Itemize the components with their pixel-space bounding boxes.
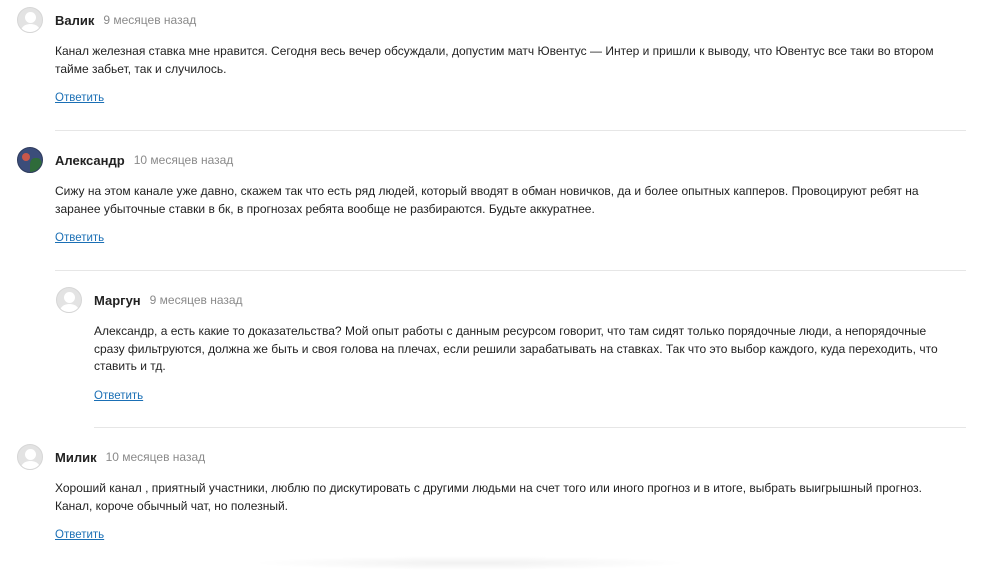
reply-link[interactable]: Ответить [55,529,104,541]
comment-author: Маргун [94,292,141,308]
comment-header: Александр 10 месяцев назад [17,147,967,173]
divider [94,427,966,428]
comment-text-line: Канал железная ставка мне нравится. Сего… [55,44,934,58]
comment-text: Сижу на этом канале уже давно, скажем та… [55,183,967,218]
comment-author: Милик [55,449,97,465]
divider [55,130,966,131]
default-avatar-icon [17,7,43,33]
comment-header: Маргун 9 месяцев назад [56,287,966,313]
divider [55,270,966,271]
reply-link[interactable]: Ответить [55,92,104,104]
comment-text: Александр, а есть какие то доказательств… [94,323,966,376]
comment-text-line: Александр, а есть какие то доказательств… [94,324,927,338]
comment: Александр 10 месяцев назад Сижу на этом … [17,147,967,246]
comments-list: Валик 9 месяцев назад Канал железная ста… [0,0,997,570]
comment-text-line: Канал, короче обычный чат, но полезный. [55,498,288,513]
default-avatar-icon [17,444,43,470]
comment-reply: Маргун 9 месяцев назад Александр, а есть… [56,287,966,404]
reply-link[interactable]: Ответить [55,232,104,244]
comment-header: Валик 9 месяцев назад [17,7,967,33]
comment-author: Валик [55,12,95,28]
comment-text-line: Сижу на этом канале уже давно, скажем та… [55,184,919,198]
reply-link[interactable]: Ответить [94,390,143,402]
comment: Валик 9 месяцев назад Канал железная ста… [17,7,967,106]
comment-text-line: сразу фильтруются, должна же быть и своя… [94,341,938,356]
comment-date: 10 месяцев назад [105,450,206,464]
comment-text-line: ставить и тд. [94,359,166,373]
comment-text-line: тайме забьет, так и случилось. [55,61,227,76]
comment-text-line: заранее убыточные ставки в бк, в прогноз… [55,201,595,216]
user-photo-avatar [17,147,43,173]
comment-text: Хороший канал , приятный участники, любл… [55,480,967,515]
comment-date: 10 месяцев назад [133,153,234,167]
comment-date: 9 месяцев назад [103,13,197,27]
comment-text-line: Хороший канал , приятный участники, любл… [55,481,922,495]
comment-date: 9 месяцев назад [149,293,243,307]
comment-header: Милик 10 месяцев назад [17,444,967,470]
comment-text: Канал железная ставка мне нравится. Сего… [55,43,967,78]
comment-author: Александр [55,152,125,168]
bottom-fade [250,556,690,570]
default-avatar-icon [56,287,82,313]
comment: Милик 10 месяцев назад Хороший канал , п… [17,444,967,543]
